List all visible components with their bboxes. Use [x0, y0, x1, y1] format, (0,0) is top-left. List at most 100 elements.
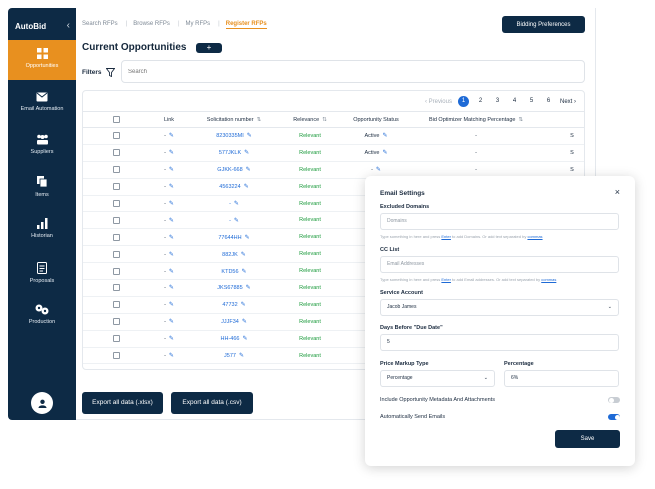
price-markup-select[interactable]: Percentage ⌄ — [380, 370, 495, 387]
edit-pencil-icon[interactable]: ✎ — [169, 218, 174, 224]
row-checkbox[interactable] — [112, 166, 120, 174]
tab-browse-rfps[interactable]: Browse RFPs — [133, 21, 170, 27]
relevance-cell: Relevant — [279, 161, 341, 179]
edit-pencil-icon[interactable]: ✎ — [241, 252, 246, 258]
col-relevance[interactable]: Relevance ⇅ — [279, 111, 341, 128]
row-checkbox[interactable] — [112, 318, 120, 326]
edit-pencil-icon[interactable]: ✎ — [376, 167, 381, 173]
table-row[interactable]: - ✎ 8230335MI ✎ Relevant Active ✎ - S — [83, 127, 584, 145]
edit-pencil-icon[interactable]: ✎ — [245, 235, 250, 241]
cc-list-input[interactable]: Email Addresses — [380, 256, 619, 273]
edit-pencil-icon[interactable]: ✎ — [169, 269, 174, 275]
include-metadata-toggle[interactable] — [608, 397, 620, 403]
excluded-domains-input[interactable]: Domains — [380, 213, 619, 230]
edit-pencil-icon[interactable]: ✎ — [169, 150, 174, 156]
pagination-previous[interactable]: ‹ Previous — [425, 99, 452, 105]
edit-pencil-icon[interactable]: ✎ — [169, 167, 174, 173]
page-2-button[interactable]: 2 — [475, 96, 486, 107]
table-row[interactable]: - ✎ 577JKLK ✎ Relevant Active ✎ - S — [83, 144, 584, 162]
edit-pencil-icon[interactable]: ✎ — [234, 218, 239, 224]
percentage-input[interactable]: 6% — [504, 370, 619, 387]
row-checkbox[interactable] — [112, 216, 120, 224]
page-5-button[interactable]: 5 — [526, 96, 537, 107]
sort-icon[interactable]: ⇅ — [257, 117, 262, 123]
edit-pencil-icon[interactable]: ✎ — [169, 302, 174, 308]
app-window: AutoBid ‹ Opportunities Email Automation… — [0, 0, 655, 489]
tab-my-rfps[interactable]: My RFPs — [186, 21, 211, 27]
sidebar-item-historian[interactable]: Historian — [8, 218, 76, 239]
page-6-button[interactable]: 6 — [543, 96, 554, 107]
row-checkbox[interactable] — [112, 132, 120, 140]
row-checkbox[interactable] — [112, 267, 120, 275]
search-input[interactable] — [121, 60, 585, 83]
sidebar-item-production[interactable]: Production — [8, 304, 76, 325]
row-checkbox[interactable] — [112, 149, 120, 157]
sidebar-item-label: Proposals — [29, 278, 55, 284]
edit-pencil-icon[interactable]: ✎ — [382, 133, 387, 139]
edit-pencil-icon[interactable]: ✎ — [169, 133, 174, 139]
auto-send-toggle[interactable] — [608, 414, 620, 420]
page-3-button[interactable]: 3 — [492, 96, 503, 107]
days-before-input[interactable]: 5 — [380, 334, 619, 351]
sidebar-item-email-automation[interactable]: Email Automation — [8, 92, 76, 112]
sidebar-item-proposals[interactable]: Proposals — [8, 262, 76, 284]
edit-pencil-icon[interactable]: ✎ — [169, 252, 174, 258]
edit-pencil-icon[interactable]: ✎ — [169, 319, 174, 325]
row-checkbox[interactable] — [112, 233, 120, 241]
row-checkbox[interactable] — [112, 335, 120, 343]
sidebar-item-opportunities[interactable]: Opportunities — [8, 40, 76, 80]
sidebar-item-suppliers[interactable]: Suppliers — [8, 134, 76, 155]
edit-pencil-icon[interactable]: ✎ — [239, 353, 244, 359]
edit-pencil-icon[interactable]: ✎ — [169, 235, 174, 241]
row-checkbox[interactable] — [112, 368, 120, 369]
row-checkbox[interactable] — [112, 183, 120, 191]
edit-pencil-icon[interactable]: ✎ — [242, 319, 247, 325]
col-bid-optimizer-matching[interactable]: Bid Optimizer Matching Percentage ⇅ — [411, 111, 541, 128]
edit-pencil-icon[interactable]: ✎ — [169, 184, 174, 190]
edit-pencil-icon[interactable]: ✎ — [244, 150, 249, 156]
edit-pencil-icon[interactable]: ✎ — [169, 285, 174, 291]
row-checkbox[interactable] — [112, 284, 120, 292]
sidebar-item-items[interactable]: Items — [8, 176, 76, 198]
edit-pencil-icon[interactable]: ✎ — [246, 167, 251, 173]
edit-pencil-icon[interactable]: ✎ — [247, 133, 252, 139]
add-opportunity-button[interactable]: + — [196, 43, 222, 53]
edit-pencil-icon[interactable]: ✎ — [246, 285, 251, 291]
select-all-checkbox[interactable] — [112, 116, 120, 123]
col-solicitation-number[interactable]: Solicitation number ⇅ — [189, 111, 279, 128]
edit-pencil-icon[interactable]: ✎ — [242, 336, 247, 342]
user-avatar[interactable] — [31, 392, 53, 414]
export-csv-button[interactable]: Export all data (.csv) — [171, 392, 253, 414]
pagination-next[interactable]: Next › — [560, 99, 576, 105]
relevance-cell: Relevant — [279, 195, 341, 213]
collapse-sidebar-icon[interactable]: ‹ — [67, 20, 70, 31]
page-1-button[interactable]: 1 — [457, 96, 469, 107]
edit-pencil-icon[interactable]: ✎ — [234, 201, 239, 207]
row-checkbox[interactable] — [112, 200, 120, 207]
solicitation-cell: 8230335MI ✎ — [189, 127, 279, 145]
filters-toggle[interactable]: Filters — [82, 68, 115, 77]
link-cell: -✎ — [149, 279, 189, 297]
bidding-preferences-button[interactable]: Bidding Preferences — [502, 16, 585, 33]
tab-register-rfps[interactable]: Register RFPs — [225, 21, 267, 29]
tab-search-rfps[interactable]: Search RFPs — [82, 21, 118, 27]
row-checkbox[interactable] — [112, 301, 120, 309]
edit-pencil-icon[interactable]: ✎ — [241, 302, 246, 308]
save-button[interactable]: Save — [555, 430, 620, 448]
edit-pencil-icon[interactable]: ✎ — [169, 201, 174, 207]
row-checkbox[interactable] — [112, 352, 120, 360]
sort-icon[interactable]: ⇅ — [518, 117, 523, 123]
service-account-select[interactable]: Jacob James ⌄ — [380, 299, 619, 316]
edit-pencil-icon[interactable]: ✎ — [169, 353, 174, 359]
page-4-button[interactable]: 4 — [509, 96, 520, 107]
relevance-cell: Relevant — [279, 363, 341, 369]
edit-pencil-icon[interactable]: ✎ — [382, 150, 387, 156]
close-icon[interactable]: × — [615, 187, 620, 197]
row-checkbox[interactable] — [112, 250, 120, 258]
edit-pencil-icon[interactable]: ✎ — [244, 184, 249, 190]
sort-icon[interactable]: ⇅ — [322, 117, 327, 123]
relevance-cell: Relevant — [279, 127, 341, 145]
export-xlsx-button[interactable]: Export all data (.xlsx) — [82, 392, 163, 414]
edit-pencil-icon[interactable]: ✎ — [242, 269, 247, 275]
edit-pencil-icon[interactable]: ✎ — [169, 336, 174, 342]
